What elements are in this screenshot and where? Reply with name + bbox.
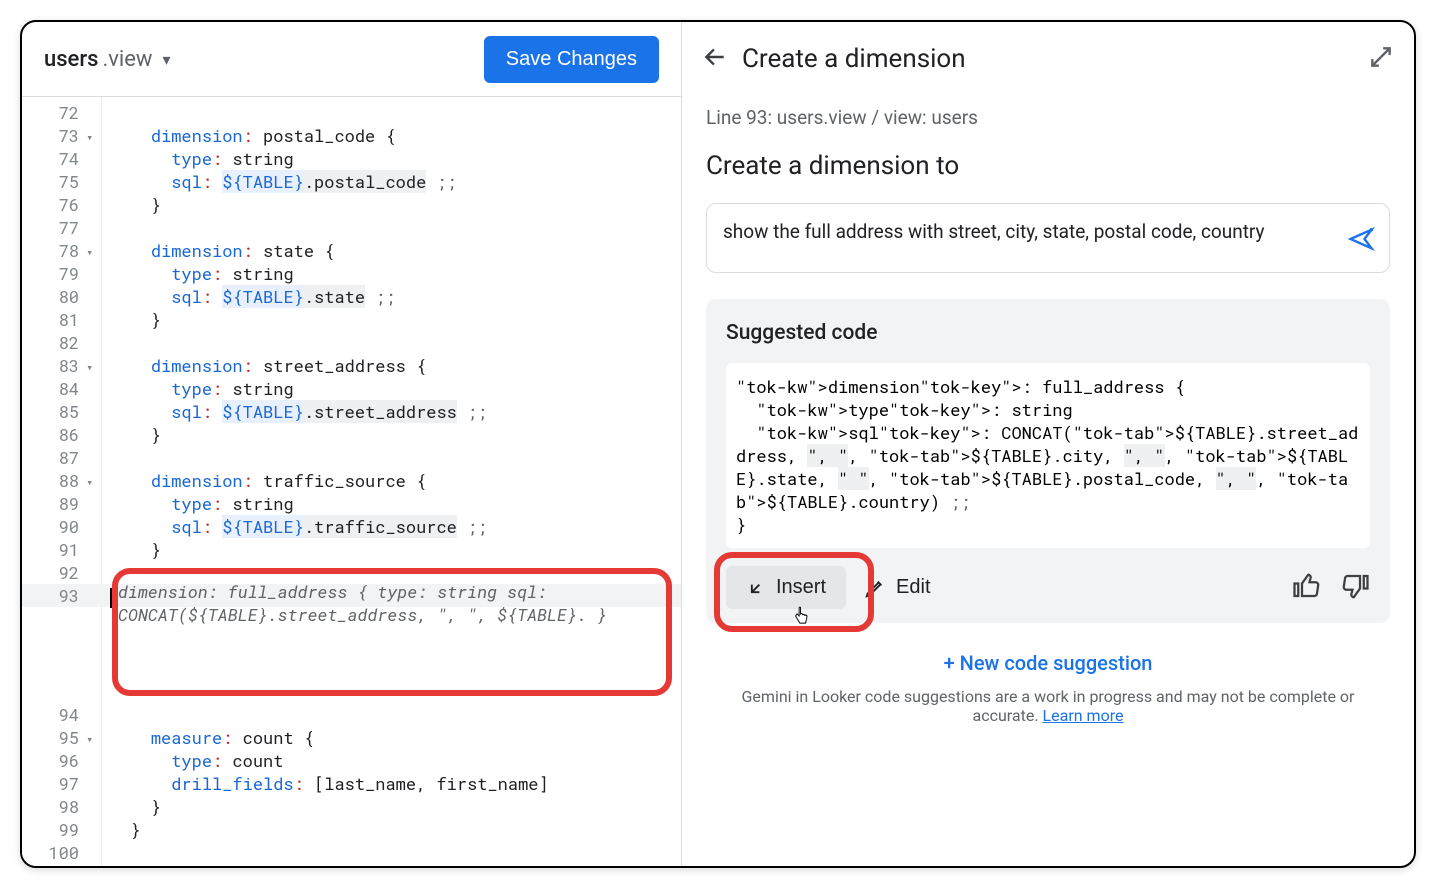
- suggested-code-block[interactable]: "tok-kw">dimension"tok-key">: full_addre…: [726, 363, 1370, 548]
- assistant-title: Create a dimension: [742, 44, 966, 74]
- cursor-pointer-icon: [792, 606, 812, 632]
- line-gutter: 7273747576777879808182838485868788899091…: [22, 97, 102, 866]
- code-area[interactable]: dimension: postal_code { type: string sq…: [102, 97, 681, 866]
- thumbs-down-icon[interactable]: [1340, 571, 1370, 605]
- file-name-ext: .view: [102, 47, 152, 72]
- assistant-header: Create a dimension: [682, 22, 1414, 96]
- insert-button[interactable]: Insert: [726, 566, 846, 609]
- editor-header: users.view ▾ Save Changes: [22, 22, 681, 96]
- prompt-text: show the full address with street, city,…: [723, 220, 1265, 243]
- edit-button-label: Edit: [896, 576, 930, 599]
- suggested-code-card: Suggested code "tok-kw">dimension"tok-ke…: [706, 299, 1390, 623]
- send-icon[interactable]: [1347, 225, 1375, 258]
- context-breadcrumb: Line 93: users.view / view: users: [706, 106, 1390, 129]
- expand-panel-icon[interactable]: [1368, 44, 1394, 74]
- suggested-code-heading: Suggested code: [726, 321, 1370, 345]
- insert-button-label: Insert: [776, 576, 826, 599]
- file-name-bold: users: [44, 47, 98, 72]
- thumbs-up-icon[interactable]: [1292, 571, 1322, 605]
- file-title-dropdown[interactable]: users.view ▾: [44, 47, 171, 72]
- disclaimer-text: Gemini in Looker code suggestions are a …: [706, 687, 1390, 725]
- prompt-input[interactable]: show the full address with street, city,…: [706, 203, 1390, 273]
- learn-more-link[interactable]: Learn more: [1043, 706, 1124, 725]
- prompt-heading: Create a dimension to: [706, 151, 1390, 181]
- chevron-down-icon: ▾: [162, 50, 170, 69]
- edit-button[interactable]: Edit: [864, 576, 930, 599]
- save-changes-button[interactable]: Save Changes: [484, 36, 659, 83]
- code-editor[interactable]: 7273747576777879808182838485868788899091…: [22, 96, 681, 866]
- back-arrow-icon[interactable]: [702, 44, 728, 74]
- inline-suggestion-preview: dimension: full_address { type: string s…: [112, 574, 672, 632]
- new-code-suggestion-link[interactable]: + New code suggestion: [706, 651, 1390, 675]
